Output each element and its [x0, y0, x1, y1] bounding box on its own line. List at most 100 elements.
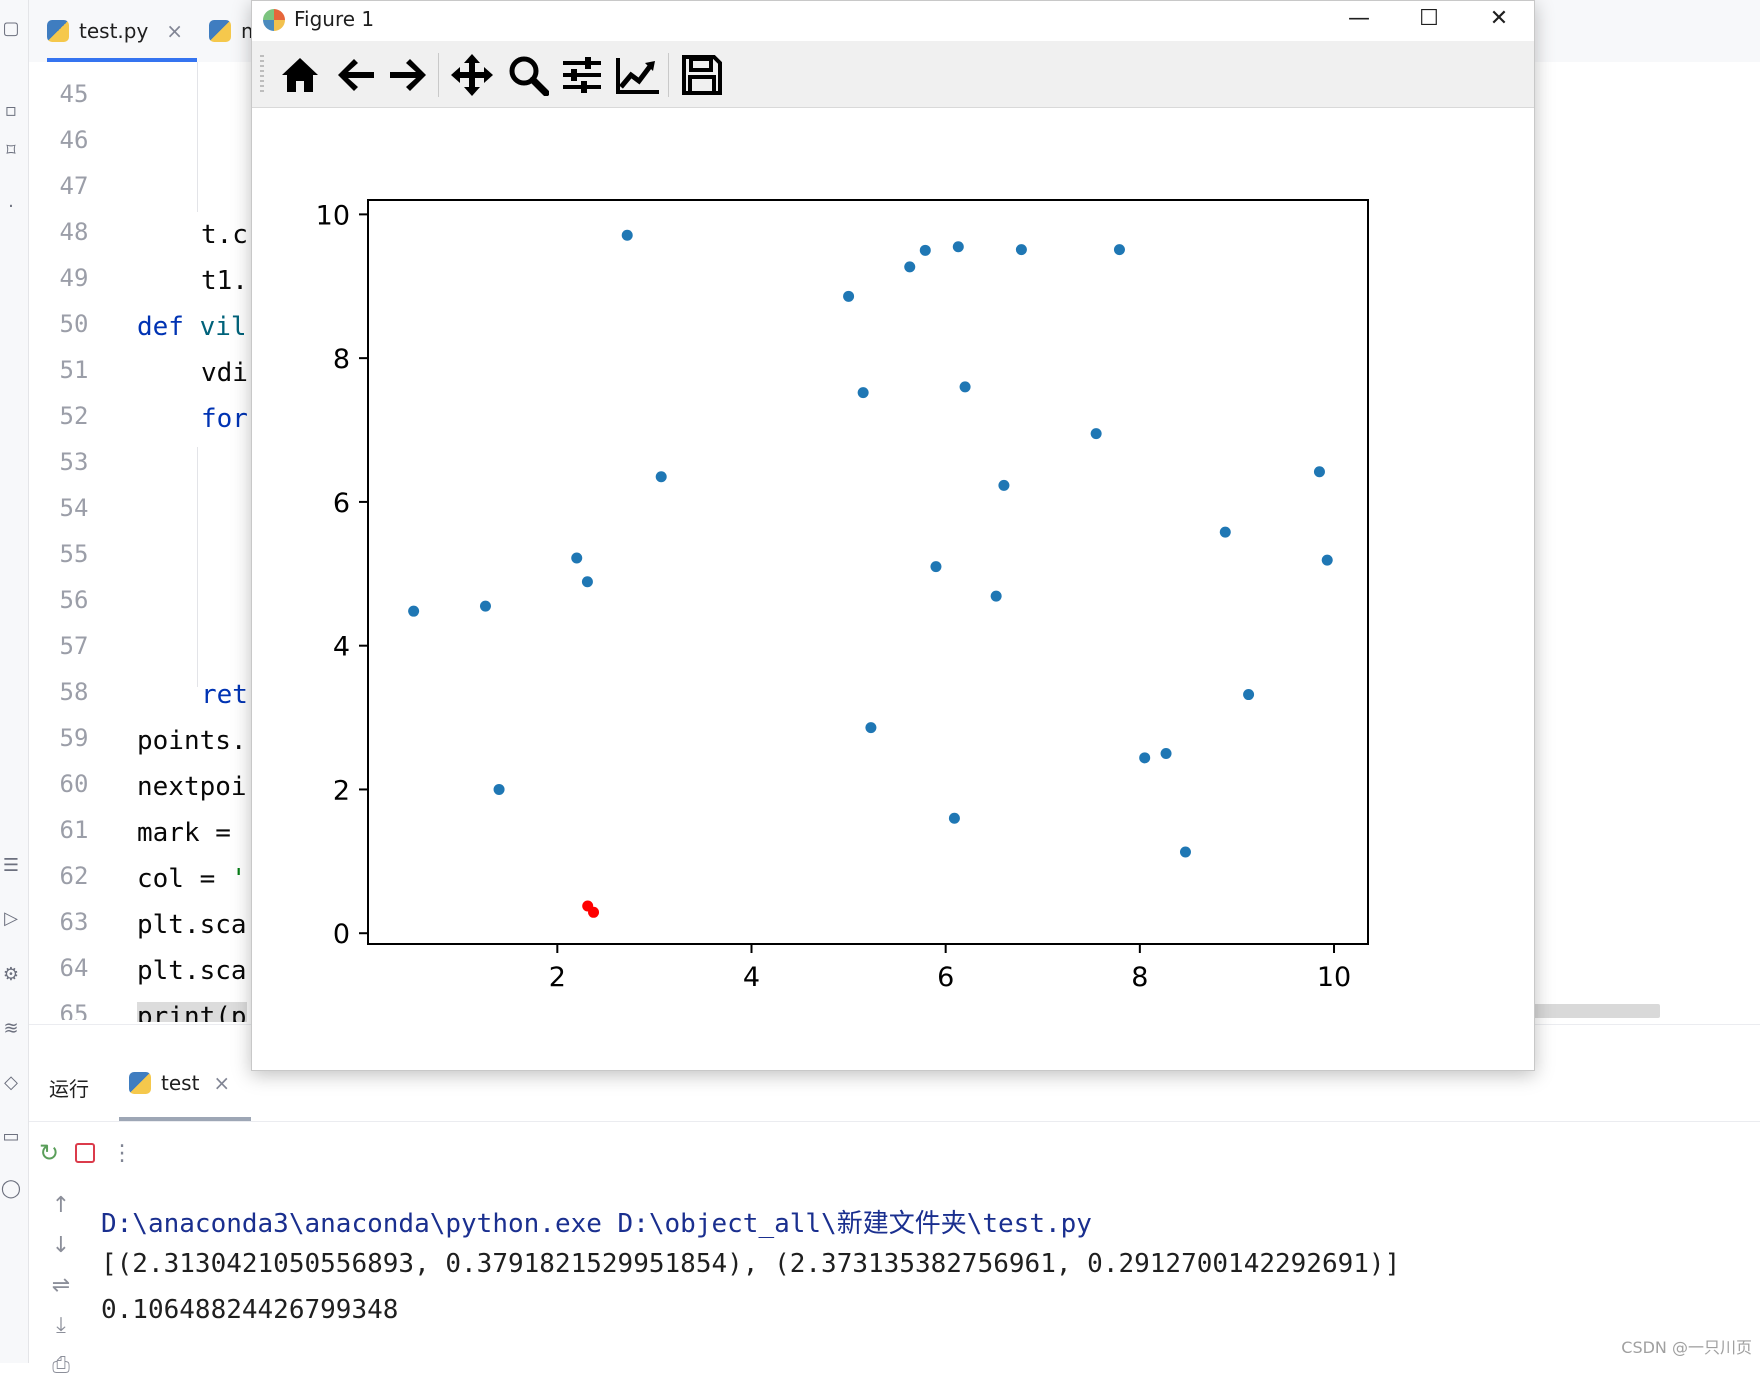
- close-window-button[interactable]: ✕: [1464, 1, 1534, 41]
- line-number: 49: [59, 264, 89, 292]
- back-button[interactable]: [332, 51, 380, 99]
- forward-icon: [390, 59, 426, 91]
- scatter-point: [952, 241, 964, 253]
- more-icon[interactable]: ·: [0, 196, 22, 218]
- scatter-point: [1139, 752, 1151, 764]
- line-number: 50: [59, 310, 89, 338]
- print-icon[interactable]: ⎙: [41, 1353, 81, 1393]
- horizontal-scrollbar[interactable]: [1520, 1004, 1660, 1018]
- run-panel-title: 运行: [49, 1077, 89, 1101]
- scroll-to-end-icon[interactable]: ⤓: [41, 1313, 81, 1353]
- scatter-point: [948, 812, 960, 824]
- pan-icon: [451, 54, 493, 96]
- scatter-point: [865, 722, 877, 734]
- scatter-point: [998, 479, 1010, 491]
- code-line-63: plt.sca: [137, 910, 247, 940]
- line-number: 54: [59, 494, 89, 522]
- stop-icon[interactable]: [75, 1143, 96, 1163]
- function-name: vil: [199, 312, 247, 342]
- scatter-point: [959, 381, 971, 393]
- code-line-48: t.c: [201, 220, 248, 250]
- line-number: 62: [59, 862, 89, 890]
- more-actions-icon[interactable]: ⋮: [111, 1141, 133, 1166]
- terminal-icon[interactable]: ▭: [0, 1126, 22, 1148]
- problems-icon[interactable]: ◯: [0, 1178, 22, 1200]
- code-line-59: points.: [137, 726, 247, 756]
- subplots-button[interactable]: [558, 51, 606, 99]
- zoom-button[interactable]: [504, 51, 552, 99]
- run-tab-test[interactable]: test ×: [129, 1061, 230, 1105]
- code-line-51: vdi: [201, 358, 248, 388]
- maximize-button[interactable]: ☐: [1394, 1, 1464, 41]
- save-button[interactable]: [678, 51, 726, 99]
- scatter-point: [1179, 846, 1191, 858]
- toolbar-separator: [438, 53, 439, 97]
- y-tick-label: 8: [333, 344, 350, 375]
- line-number: 48: [59, 218, 89, 246]
- code-line-64: plt.sca: [137, 956, 247, 986]
- scroll-down-icon[interactable]: ↓: [41, 1233, 81, 1273]
- close-run-tab-icon[interactable]: ×: [213, 1071, 230, 1095]
- y-tick-label: 4: [333, 632, 350, 663]
- scatter-point: [408, 605, 420, 617]
- navigation-toolbar: [252, 41, 1534, 108]
- line-number: 51: [59, 356, 89, 384]
- toolbar-separator: [668, 53, 669, 97]
- forward-button[interactable]: [384, 51, 432, 99]
- line-number: 55: [59, 540, 89, 568]
- line-number-gutter: 45 46 47 48 49 50 51 52 53 54 55 56 57 58 59 60 61 62 63 64…: [29, 62, 119, 1024]
- scatter-point: [1321, 554, 1333, 566]
- python-file-icon: [209, 20, 231, 42]
- x-tick-label: 10: [1317, 962, 1351, 993]
- line-number: 60: [59, 770, 89, 798]
- left-tool-strip: ▢ ▫ ⌑ · ☰ ▷ ⚙ ≋ ◇ ▭ ◯: [0, 0, 29, 1363]
- rerun-icon[interactable]: ↻: [39, 1139, 59, 1167]
- scatter-point: [1160, 748, 1172, 760]
- todo-icon[interactable]: ☰: [0, 855, 22, 877]
- bookmarks-icon[interactable]: ⌑: [0, 140, 22, 162]
- tab-test-py[interactable]: test.py ×: [47, 0, 197, 62]
- scatter-point: [1090, 428, 1102, 440]
- console-output-distance: 0.10648824426799348: [101, 1295, 399, 1325]
- line-number: 53: [59, 448, 89, 476]
- project-icon[interactable]: ▢: [0, 18, 22, 40]
- y-tick-label: 0: [333, 919, 350, 950]
- line-number: 52: [59, 402, 89, 430]
- python-packages-icon[interactable]: ⚙: [0, 964, 22, 986]
- x-tick-label: 2: [549, 962, 566, 993]
- customize-button[interactable]: [614, 51, 662, 99]
- run-tab-label: test: [161, 1071, 200, 1095]
- line-number: 45: [59, 80, 89, 108]
- structure-icon[interactable]: ▫: [0, 100, 22, 122]
- matplotlib-figure-window[interactable]: Figure 1 — ☐ ✕ 2 4 6 8 10 0 2 4 6 8 10: [251, 0, 1535, 1071]
- layers-icon[interactable]: ≋: [0, 1018, 22, 1040]
- code-line-62: col = ': [137, 864, 247, 894]
- tab-label: test.py: [79, 19, 149, 43]
- figure-titlebar[interactable]: Figure 1 — ☐ ✕: [252, 1, 1534, 41]
- back-icon: [338, 59, 374, 91]
- console-output-points: [(2.3130421050556893, 0.3791821529951854…: [101, 1249, 1401, 1279]
- home-button[interactable]: [276, 51, 324, 99]
- services-icon[interactable]: ◇: [0, 1072, 22, 1094]
- indent-guide: [197, 62, 198, 212]
- scatter-point: [479, 600, 491, 612]
- y-tick-label: 6: [333, 488, 350, 519]
- scatter-point: [621, 229, 633, 241]
- close-tab-icon[interactable]: ×: [166, 19, 183, 43]
- scroll-up-icon[interactable]: ↑: [41, 1193, 81, 1233]
- code-line-49: t1.: [201, 266, 248, 296]
- line-number: 59: [59, 724, 89, 752]
- pan-button[interactable]: [448, 51, 496, 99]
- soft-wrap-icon[interactable]: ⇌: [41, 1273, 81, 1313]
- scatter-point: [581, 576, 593, 588]
- closest-pair-point: [588, 906, 600, 918]
- line-number: 47: [59, 172, 89, 200]
- x-tick-label: 8: [1131, 962, 1148, 993]
- scatter-point: [1015, 244, 1027, 256]
- minimize-button[interactable]: —: [1324, 1, 1394, 41]
- run-tool-icon[interactable]: ▷: [0, 908, 22, 930]
- toolbar-grip[interactable]: [260, 55, 264, 95]
- scatter-plot[interactable]: 2 4 6 8 10 0 2 4 6 8 10: [252, 108, 1532, 1068]
- code-line-50: def vil: [137, 312, 247, 342]
- figure-background: [252, 108, 1532, 1068]
